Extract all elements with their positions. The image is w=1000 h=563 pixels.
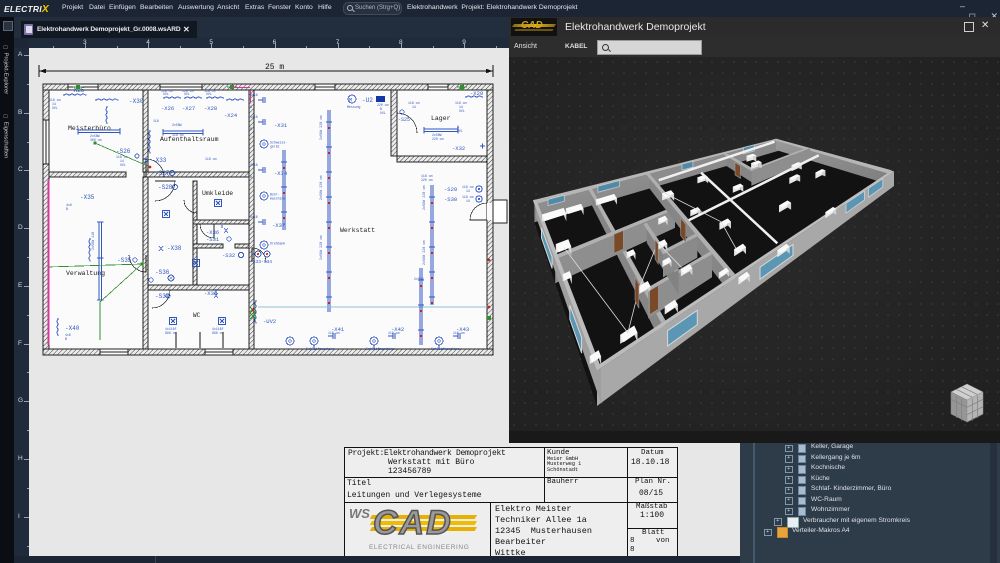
svg-text:Drehbank: Drehbank [270,242,285,246]
svg-text:2x58W 220 cm: 2x58W 220 cm [423,241,427,265]
svg-text:M: M [349,98,352,104]
svg-text:-X35: -X35 [80,194,95,201]
svg-text:4x16: 4x16 [250,93,258,97]
svg-text:118 cm: 118 cm [172,133,184,137]
svg-text:-X37: -X37 [272,222,285,229]
svg-text:Schleifmaschine: Schleifmaschine [431,347,460,351]
svg-text:-S25: -S25 [398,117,410,123]
svg-text:-X29: -X29 [470,90,483,97]
svg-text:2x58W 118: 2x58W 118 [92,232,96,250]
svg-text:14: 14 [466,189,470,193]
svg-text:-S35: -S35 [117,257,132,264]
svg-text:Meisterbüro: Meisterbüro [68,125,111,132]
svg-text:14: 14 [466,199,470,203]
svg-text:2x58W: 2x58W [414,277,424,281]
svg-text:118 cm: 118 cm [453,331,465,335]
svg-text:2x58W: 2x58W [172,123,182,127]
svg-text:Schleifmaschine: Schleifmaschine [366,347,395,351]
svg-text:2x58W 220 cm: 2x58W 220 cm [320,116,324,140]
svg-text:-S30: -S30 [444,196,457,203]
svg-text:UVL: UVL [184,92,190,96]
svg-text:UVL: UVL [380,111,386,115]
svg-text:14: 14 [412,105,416,109]
svg-text:-X33: -X33 [152,157,167,164]
svg-text:B: B [250,127,252,131]
svg-text:896 cm: 896 cm [165,331,177,335]
svg-text:25 m: 25 m [265,63,284,72]
svg-text:maschine: maschine [270,197,285,201]
svg-text:gerät: gerät [270,145,280,149]
svg-text:-S29: -S29 [444,186,457,193]
svg-text:118 cm: 118 cm [388,331,400,335]
svg-text:-X40: -X40 [65,325,80,332]
svg-text:220 cm: 220 cm [432,137,444,141]
svg-text:-X30: -X30 [129,98,144,105]
svg-text:UVL: UVL [457,129,463,133]
svg-text:2x58W 220 cm: 2x58W 220 cm [423,186,427,210]
svg-text:-S27: -S27 [155,170,170,177]
svg-text:-S33-S34: -S33-S34 [250,259,272,265]
svg-text:B: B [250,105,252,109]
svg-text:UVL: UVL [120,163,126,167]
svg-text:Werkstatt: Werkstatt [340,227,375,234]
svg-text:-X26: -X26 [161,105,174,112]
svg-text:300 cm: 300 cm [90,138,102,142]
svg-text:4x16: 4x16 [250,115,258,119]
svg-text:UVL: UVL [163,92,169,96]
svg-text:Schleifmaschine: Schleifmaschine [306,347,335,351]
svg-text:-S32: -S32 [222,252,235,259]
svg-text:B: B [250,175,252,179]
svg-text:118: 118 [153,119,159,123]
svg-text:-S26: -S26 [116,148,131,155]
svg-text:B: B [250,227,252,231]
svg-text:2x58W 220 cm: 2x58W 220 cm [320,236,324,260]
svg-text:Lager: Lager [431,115,451,122]
svg-text:-X28: -X28 [204,105,217,112]
svg-text:4x16: 4x16 [250,215,258,219]
svg-text:220 cm: 220 cm [377,103,389,107]
svg-text:220 cm: 220 cm [421,178,433,182]
svg-text:Messung: Messung [347,105,360,109]
svg-text:-X36: -X36 [206,229,219,236]
svg-text:-X34: -X34 [274,170,288,177]
svg-text:UVL: UVL [52,106,58,110]
svg-text:-X32: -X32 [452,145,465,152]
svg-text:118 cm: 118 cm [205,157,217,161]
svg-text:-U2: -U2 [362,97,373,104]
svg-text:B: B [65,337,67,341]
svg-text:Aufenthaltsraum: Aufenthaltsraum [160,136,219,143]
svg-text:-S28: -S28 [158,184,173,191]
svg-text:B: B [66,207,68,211]
svg-text:Umkleide: Umkleide [202,190,233,197]
svg-text:4x16: 4x16 [250,163,258,167]
svg-text:-X38: -X38 [167,245,182,252]
svg-text:118 cm: 118 cm [328,331,340,335]
svg-text:-UV2: -UV2 [263,318,276,325]
svg-text:-X31: -X31 [274,122,288,129]
svg-text:WC: WC [193,312,201,319]
svg-text:-X24: -X24 [224,112,238,119]
svg-text:-S36: -S36 [155,269,170,276]
svg-text:-S31: -S31 [206,236,220,243]
svg-text:UVL: UVL [206,92,212,96]
svg-text:-X27: -X27 [182,105,195,112]
svg-text:896 cm: 896 cm [212,331,224,335]
svg-text:UVL: UVL [459,109,465,113]
svg-text:2x58W 220 cm: 2x58W 220 cm [320,176,324,200]
